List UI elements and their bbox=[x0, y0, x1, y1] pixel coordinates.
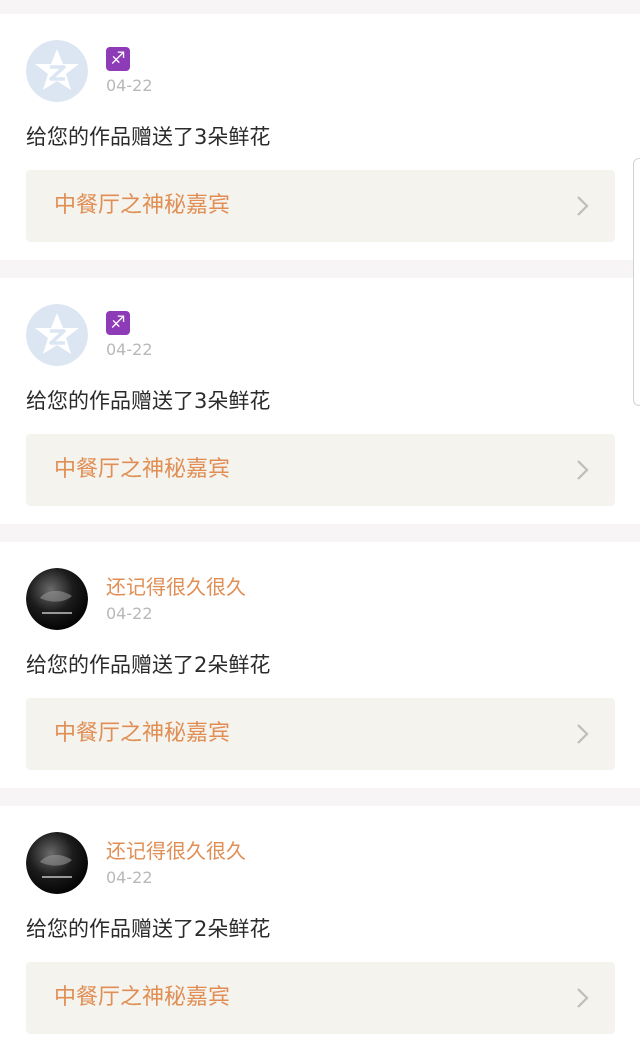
sender-name[interactable]: 还记得很久很久 bbox=[106, 840, 246, 862]
work-link[interactable]: 中餐厅之神秘嘉宾 bbox=[26, 434, 615, 506]
qq-default-avatar-icon bbox=[26, 304, 88, 366]
work-title: 中餐厅之神秘嘉宾 bbox=[54, 457, 231, 482]
notification-card: 还记得很久很久 04-22 给您的作品赠送了2朵鲜花 中餐厅之神秘嘉宾 bbox=[0, 806, 640, 1052]
notification-card: 还记得很久很久 04-22 给您的作品赠送了2朵鲜花 中餐厅之神秘嘉宾 bbox=[0, 542, 640, 788]
chevron-right-icon bbox=[577, 988, 589, 1008]
scroll-handle[interactable] bbox=[633, 158, 640, 406]
avatar[interactable] bbox=[26, 304, 88, 366]
sagittarius-icon: ♐ bbox=[106, 311, 130, 335]
dark-photo-avatar-icon bbox=[26, 568, 88, 630]
avatar[interactable] bbox=[26, 832, 88, 894]
work-title: 中餐厅之神秘嘉宾 bbox=[54, 721, 231, 746]
date: 04-22 bbox=[106, 868, 153, 887]
chevron-right-icon bbox=[577, 460, 589, 480]
work-title: 中餐厅之神秘嘉宾 bbox=[54, 985, 231, 1010]
sagittarius-icon: ♐ bbox=[106, 47, 130, 71]
gift-message: 给您的作品赠送了3朵鲜花 bbox=[26, 389, 271, 413]
gift-message: 给您的作品赠送了2朵鲜花 bbox=[26, 917, 271, 941]
notification-feed: ♐ 04-22 给您的作品赠送了3朵鲜花 中餐厅之神秘嘉宾 ♐ 04-22 给您… bbox=[0, 0, 640, 1052]
date: 04-22 bbox=[106, 604, 153, 623]
date: 04-22 bbox=[106, 340, 153, 359]
chevron-right-icon bbox=[577, 724, 589, 744]
date: 04-22 bbox=[106, 76, 153, 95]
notification-card: ♐ 04-22 给您的作品赠送了3朵鲜花 中餐厅之神秘嘉宾 bbox=[0, 278, 640, 524]
sender-name[interactable]: 还记得很久很久 bbox=[106, 576, 246, 598]
work-link[interactable]: 中餐厅之神秘嘉宾 bbox=[26, 962, 615, 1034]
qq-default-avatar-icon bbox=[26, 40, 88, 102]
gift-message: 给您的作品赠送了2朵鲜花 bbox=[26, 653, 271, 677]
gift-message: 给您的作品赠送了3朵鲜花 bbox=[26, 125, 271, 149]
chevron-right-icon bbox=[577, 196, 589, 216]
work-title: 中餐厅之神秘嘉宾 bbox=[54, 193, 231, 218]
notification-card: ♐ 04-22 给您的作品赠送了3朵鲜花 中餐厅之神秘嘉宾 bbox=[0, 14, 640, 260]
avatar[interactable] bbox=[26, 568, 88, 630]
work-link[interactable]: 中餐厅之神秘嘉宾 bbox=[26, 170, 615, 242]
work-link[interactable]: 中餐厅之神秘嘉宾 bbox=[26, 698, 615, 770]
avatar[interactable] bbox=[26, 40, 88, 102]
dark-photo-avatar-icon bbox=[26, 832, 88, 894]
